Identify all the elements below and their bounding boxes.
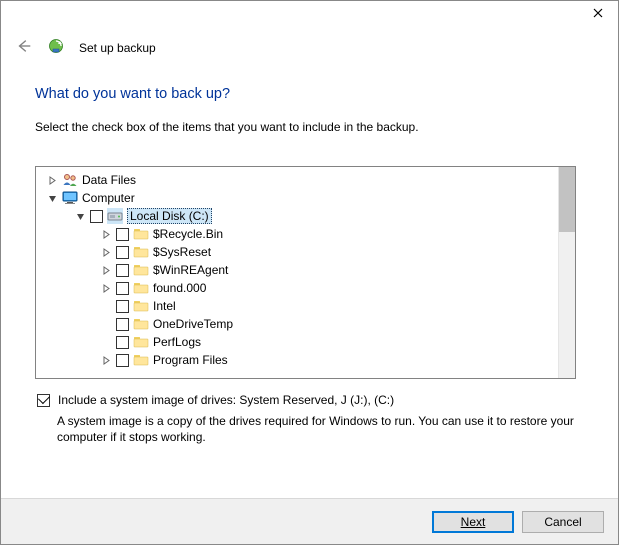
folder-icon: [133, 226, 149, 242]
system-image-label: Include a system image of drives: System…: [58, 393, 394, 407]
next-button[interactable]: Next: [432, 511, 514, 533]
expander-icon[interactable]: [100, 264, 112, 276]
expander-icon[interactable]: [100, 282, 112, 294]
tree-node-folder[interactable]: found.000: [42, 279, 558, 297]
cancel-button[interactable]: Cancel: [522, 511, 604, 533]
tree-node-folder[interactable]: Intel: [42, 297, 558, 315]
close-button[interactable]: [588, 7, 608, 27]
tree-checkbox[interactable]: [90, 210, 103, 223]
tree-node-local-disk[interactable]: Local Disk (C:): [42, 207, 558, 225]
dialog-window: Set up backup What do you want to back u…: [0, 0, 619, 545]
system-image-checkbox[interactable]: [37, 394, 50, 407]
expander-icon[interactable]: [46, 192, 58, 204]
tree-node-folder[interactable]: OneDriveTemp: [42, 315, 558, 333]
tree-label: Computer: [82, 191, 135, 205]
tree-node-data-files[interactable]: Data Files: [42, 171, 558, 189]
monitor-icon: [62, 190, 78, 206]
folder-icon: [133, 244, 149, 260]
tree-checkbox[interactable]: [116, 300, 129, 313]
folder-icon: [133, 280, 149, 296]
tree-checkbox[interactable]: [116, 354, 129, 367]
backup-tree-box: Data Files Computer: [35, 166, 576, 379]
back-arrow-icon[interactable]: [15, 37, 33, 58]
folder-icon: [133, 316, 149, 332]
tree-label: found.000: [153, 281, 206, 295]
tree-label: $WinREAgent: [153, 263, 228, 277]
tree-checkbox[interactable]: [116, 264, 129, 277]
tree-checkbox[interactable]: [116, 282, 129, 295]
tree-label: Data Files: [82, 173, 136, 187]
button-bar: Next Cancel: [1, 498, 618, 544]
expander-icon[interactable]: [100, 228, 112, 240]
expander-icon[interactable]: [74, 210, 86, 222]
title-bar: [1, 1, 618, 31]
drive-icon: [107, 208, 123, 224]
tree-node-folder[interactable]: $Recycle.Bin: [42, 225, 558, 243]
expander-icon[interactable]: [46, 174, 58, 186]
expander-spacer: [100, 300, 112, 312]
tree-label: PerfLogs: [153, 335, 201, 349]
content-area: What do you want to back up? Select the …: [1, 58, 618, 445]
tree-node-folder[interactable]: $SysReset: [42, 243, 558, 261]
tree-label: Program Files: [153, 353, 228, 367]
folder-icon: [133, 334, 149, 350]
tree-node-computer[interactable]: Computer: [42, 189, 558, 207]
folder-icon: [133, 298, 149, 314]
tree-checkbox[interactable]: [116, 336, 129, 349]
expander-icon[interactable]: [100, 246, 112, 258]
scrollbar-thumb[interactable]: [559, 167, 575, 232]
tree-label: OneDriveTemp: [153, 317, 233, 331]
header-row: Set up backup: [1, 31, 618, 58]
system-image-row: Include a system image of drives: System…: [37, 393, 584, 407]
folder-icon: [133, 352, 149, 368]
folder-icon: [133, 262, 149, 278]
expander-spacer: [100, 336, 112, 348]
tree-label: Local Disk (C:): [127, 208, 212, 224]
tree-node-folder[interactable]: $WinREAgent: [42, 261, 558, 279]
tree-checkbox[interactable]: [116, 246, 129, 259]
expander-icon[interactable]: [100, 354, 112, 366]
tree-checkbox[interactable]: [116, 228, 129, 241]
users-icon: [62, 172, 78, 188]
instruction-text: Select the check box of the items that y…: [35, 120, 584, 134]
tree-node-folder[interactable]: PerfLogs: [42, 333, 558, 351]
tree-label: $SysReset: [153, 245, 211, 259]
system-image-help: A system image is a copy of the drives r…: [57, 413, 584, 445]
backup-shield-icon: [47, 37, 65, 58]
wizard-title: Set up backup: [79, 41, 156, 55]
backup-tree[interactable]: Data Files Computer: [36, 167, 558, 378]
tree-node-folder[interactable]: Program Files: [42, 351, 558, 369]
tree-checkbox[interactable]: [116, 318, 129, 331]
scrollbar-track[interactable]: [558, 167, 575, 378]
expander-spacer: [100, 318, 112, 330]
page-heading: What do you want to back up?: [35, 86, 584, 102]
tree-label: Intel: [153, 299, 176, 313]
tree-label: $Recycle.Bin: [153, 227, 223, 241]
